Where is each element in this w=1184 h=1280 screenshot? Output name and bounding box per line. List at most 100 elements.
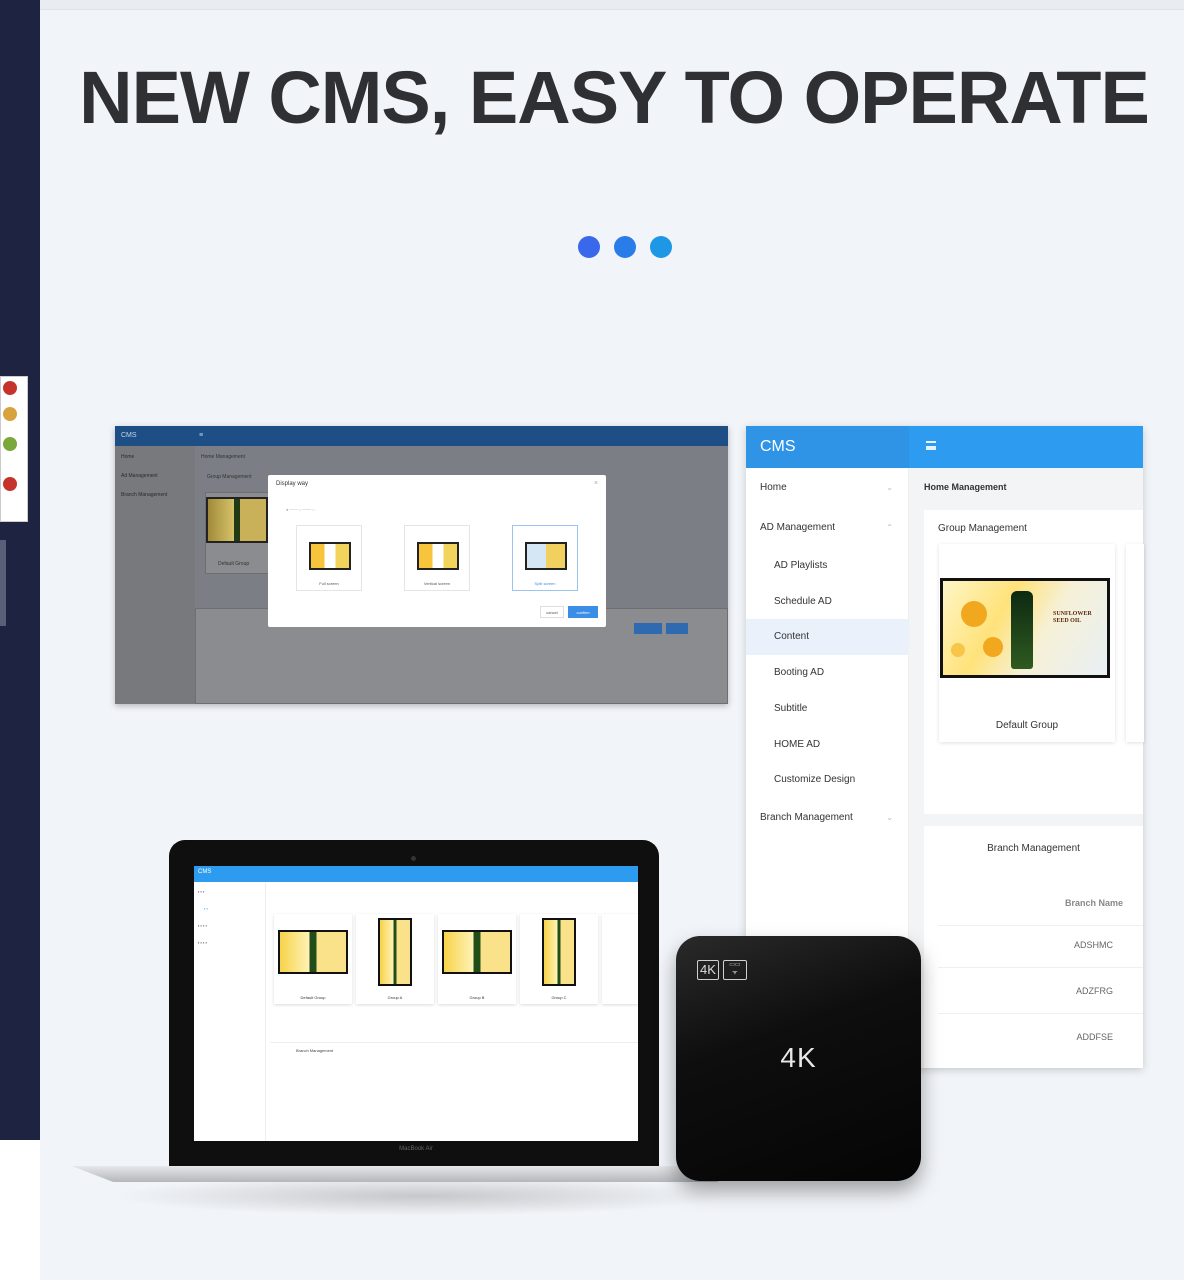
tv-ad-brand: SUNFLOWER SEED OIL — [1053, 611, 1092, 624]
table-row[interactable]: ADSHMC — [938, 922, 1143, 968]
desktop-card-screen — [206, 497, 268, 543]
sidebar-item-ad-playlists[interactable]: AD Playlists — [746, 548, 909, 584]
laptop-card-screen — [378, 918, 412, 986]
chevron-down-icon: ⌄ — [886, 813, 893, 822]
laptop-shadow — [110, 1176, 730, 1216]
oil-bottle-icon — [1011, 591, 1033, 669]
laptop-base — [72, 1166, 758, 1182]
laptop-group-card[interactable]: Group B — [438, 914, 516, 1004]
desktop-breadcrumb: Home Management — [201, 454, 245, 460]
group-management-title: Group Management — [938, 523, 1027, 534]
laptop-card-caption: Group C — [551, 995, 567, 1000]
desktop-group-card[interactable]: Default Group — [205, 492, 269, 574]
laptop-side-item[interactable]: ▪ ▪ ▪ — [194, 882, 265, 899]
camera-icon — [411, 856, 416, 861]
background-thumbnail — [0, 376, 28, 522]
laptop-branch-title: Branch Management — [296, 1048, 334, 1053]
laptop-group-card-next[interactable] — [602, 914, 638, 1004]
branch-management-title: Branch Management — [987, 843, 1080, 854]
laptop-model-label: MacBook Air — [399, 1146, 433, 1152]
display-option-label: Vertical screen — [423, 581, 451, 586]
laptop-group-card[interactable]: Group C — [520, 914, 598, 1004]
laptop-screen: CMS ▪ ▪ ▪ ▪ ▪ ▪ ▪ ▪ ▪ ▪ ▪ ▪ ▪ Default Gr… — [194, 866, 638, 1141]
laptop-brand: CMS — [198, 869, 212, 875]
desktop-card-caption: Default Group — [218, 561, 250, 567]
display-option-selected[interactable]: Split screen — [512, 525, 578, 591]
background-tab — [0, 540, 6, 626]
box-4k-label: 4K — [780, 1042, 817, 1073]
laptop-card-caption: Group B — [469, 995, 485, 1000]
laptop-topbar: CMS — [194, 866, 638, 882]
modal-steps: ● ─── ○ ─── ○ — [286, 507, 315, 512]
laptop-side-item[interactable]: ▪ ▪ — [194, 899, 265, 916]
carousel-dot-2[interactable] — [614, 236, 636, 258]
desktop-search-button[interactable] — [634, 623, 662, 634]
sidebar-item-booting-ad[interactable]: Booting AD — [746, 655, 909, 691]
tablet-brand: CMS — [746, 426, 909, 468]
laptop-group-card[interactable]: Default Group — [274, 914, 352, 1004]
laptop-sidebar: ▪ ▪ ▪ ▪ ▪ ▪ ▪ ▪ ▪ ▪ ▪ ▪ ▪ — [194, 882, 266, 1141]
sidebar-item-content[interactable]: Content — [746, 619, 909, 655]
desktop-cms-screenshot: CMS ≡ Home Ad Management Branch Manageme… — [115, 426, 728, 704]
table-row[interactable]: ADZFRG — [938, 968, 1143, 1014]
confirm-button[interactable]: confirm — [568, 606, 598, 618]
laptop-card-screen — [278, 930, 348, 974]
sidebar-item-home[interactable]: Home ⌄ — [746, 470, 909, 506]
background-page-strip-bottom — [0, 1140, 40, 1280]
laptop-card-screen — [542, 918, 576, 986]
sidebar-item-subtitle[interactable]: Subtitle — [746, 691, 909, 727]
table-row[interactable]: ADDFSE — [938, 1014, 1143, 1060]
sidebar-item-label: AD Management — [760, 522, 836, 533]
laptop-side-item[interactable]: ▪ ▪ ▪ ▪ — [194, 933, 265, 950]
4k-badge: 4K — [697, 960, 719, 980]
breadcrumb: Home Management — [924, 482, 1007, 492]
sidebar-item-ad-management[interactable]: AD Management ⌃ — [746, 510, 909, 546]
sidebar-item-customize-design[interactable]: Customize Design — [746, 762, 909, 798]
sidebar-item-schedule-ad[interactable]: Schedule AD — [746, 584, 909, 620]
desktop-side-item[interactable]: Home — [115, 446, 195, 465]
display-option-label: Split screen — [534, 581, 556, 586]
desktop-menu-icon[interactable]: ≡ — [199, 432, 203, 439]
display-option[interactable]: Vertical screen — [404, 525, 470, 591]
desktop-side-item[interactable]: Branch Management — [115, 484, 195, 503]
cancel-button[interactable]: cancel — [540, 606, 564, 618]
display-option-label: Full screen — [319, 581, 339, 586]
desktop-group-title: Group Management — [207, 474, 252, 480]
modal-title: Display way — [276, 481, 309, 487]
carousel-dots — [578, 236, 672, 258]
display-option[interactable]: Full screen — [296, 525, 362, 591]
laptop-card-screen — [442, 930, 512, 974]
tv-ad-image: SUNFLOWER SEED OIL — [943, 581, 1107, 675]
display-option-preview — [417, 542, 459, 570]
branch-table-header: Branch Name — [938, 880, 1143, 926]
display-option-preview — [525, 542, 567, 570]
desktop-topbar: CMS ≡ — [115, 426, 728, 446]
laptop-branch-panel — [270, 1042, 638, 1141]
desktop-sidebar: Home Ad Management Branch Management — [115, 446, 195, 704]
group-card-tv: SUNFLOWER SEED OIL — [940, 578, 1110, 678]
chevron-down-icon: ⌄ — [886, 483, 893, 492]
sidebar-item-branch-management[interactable]: Branch Management ⌄ — [746, 800, 909, 836]
laptop-side-item[interactable]: ▪ ▪ ▪ ▪ — [194, 916, 265, 933]
laptop-card-caption: Group A — [387, 995, 403, 1000]
display-option-preview — [309, 542, 351, 570]
background-page-strip — [0, 0, 40, 1140]
desktop-side-item[interactable]: Ad Management — [115, 465, 195, 484]
hamburger-menu-icon[interactable] — [926, 441, 936, 450]
desktop-add-button[interactable] — [666, 623, 688, 634]
sidebar-item-label: Branch Management — [760, 812, 853, 823]
wifi-badge-icon: ▭▭ ᯤ — [722, 960, 747, 980]
group-card-next[interactable] — [1126, 544, 1144, 742]
desktop-brand: CMS — [121, 432, 137, 439]
sidebar-item-home-ad[interactable]: HOME AD — [746, 727, 909, 763]
group-card-caption: Default Group — [995, 720, 1059, 731]
chevron-up-icon: ⌃ — [886, 523, 893, 532]
carousel-dot-3[interactable] — [650, 236, 672, 258]
laptop-card-caption: Default Group — [300, 995, 326, 1000]
top-edge — [40, 0, 1184, 10]
close-icon[interactable]: × — [594, 480, 598, 487]
sidebar-item-label: Home — [760, 482, 787, 493]
headline: NEW CMS, EASY TO OPERATE — [79, 56, 1150, 139]
carousel-dot-1[interactable] — [578, 236, 600, 258]
laptop-group-card[interactable]: Group A — [356, 914, 434, 1004]
